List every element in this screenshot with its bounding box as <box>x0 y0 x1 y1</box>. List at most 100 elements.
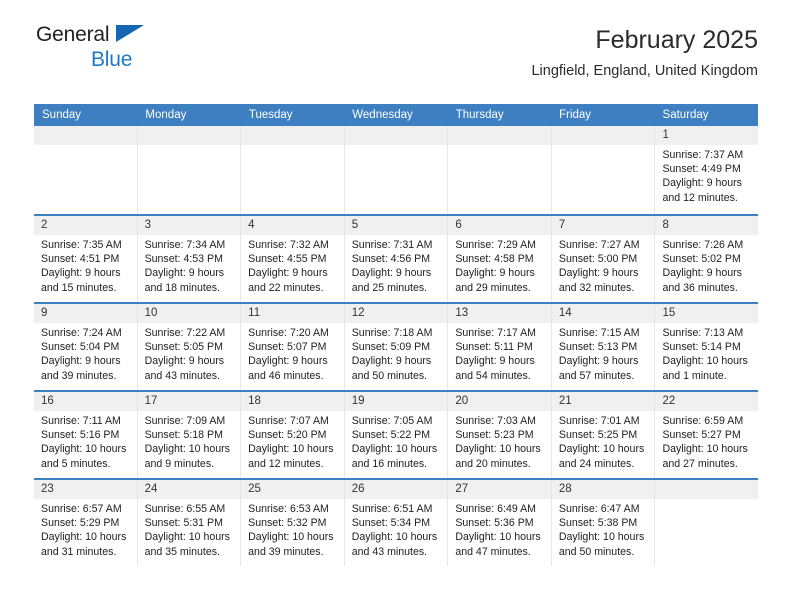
daylight-text-line2: and 12 minutes. <box>248 457 324 470</box>
calendar-body: 1 Sunrise: 7:37 AM Sunset: 4:49 PM Daylight… <box>34 126 759 566</box>
sunrise-text: Sunrise: 6:47 AM <box>558 503 640 515</box>
daylight-text-line1: Daylight: 10 hours <box>455 531 541 544</box>
sunrise-text: Sunrise: 7:11 AM <box>41 415 121 427</box>
page-subtitle: Lingfield, England, United Kingdom <box>531 62 758 79</box>
sunrise-text: Sunrise: 7:05 AM <box>351 415 433 427</box>
logo-text-general: General <box>36 24 166 48</box>
calendar-week-row: 9 Sunrise: 7:24 AM Sunset: 5:04 PM Daylight… <box>34 302 759 390</box>
sunset-text: Sunset: 5:31 PM <box>144 517 223 530</box>
daylight-text-line1: Daylight: 9 hours <box>41 355 121 368</box>
calendar-day-cell[interactable]: 25 Sunrise: 6:53 AM Sunset: 5:32 PM Dayligh… <box>240 480 344 566</box>
calendar-day-cell[interactable]: 6 Sunrise: 7:29 AM Sunset: 4:58 PM Daylight… <box>447 216 551 302</box>
daylight-text-line2: and 20 minutes. <box>455 457 531 470</box>
daylight-text-line1: Daylight: 9 hours <box>558 267 639 280</box>
day-number: 6 <box>448 216 551 235</box>
daylight-text-line1: Daylight: 10 hours <box>558 443 645 456</box>
calendar-day-cell[interactable]: 13 Sunrise: 7:17 AM Sunset: 5:11 PM Dayligh… <box>447 304 551 390</box>
sunset-text: Sunset: 5:09 PM <box>351 341 431 354</box>
sunrise-text: Sunrise: 7:24 AM <box>41 327 122 339</box>
day-number: 23 <box>34 480 137 499</box>
sunset-text: Sunset: 5:05 PM <box>144 341 223 354</box>
sunrise-text: Sunrise: 6:57 AM <box>41 503 122 515</box>
daylight-text-line2: and 43 minutes. <box>144 369 220 382</box>
day-sun-info: Sunrise: 7:35 AM Sunset: 4:51 PM Daylight:… <box>34 235 137 295</box>
day-number: 15 <box>655 304 759 323</box>
daylight-text-line2: and 50 minutes. <box>558 545 635 558</box>
calendar-day-cell[interactable]: 26 Sunrise: 6:51 AM Sunset: 5:34 PM Dayligh… <box>343 480 448 566</box>
day-number: 28 <box>551 480 655 499</box>
sunset-text: Sunset: 4:56 PM <box>351 253 431 266</box>
page-title: February 2025 <box>595 26 758 54</box>
day-sun-info: Sunrise: 7:37 AM Sunset: 4:49 PM Daylight:… <box>655 145 758 205</box>
calendar-day-cell[interactable]: 24 Sunrise: 6:55 AM Sunset: 5:31 PM Dayligh… <box>136 480 241 566</box>
sunrise-text: Sunrise: 7:35 AM <box>41 239 122 251</box>
weekday-header-saturday: Saturday <box>662 109 709 121</box>
daylight-text-line2: and 39 minutes. <box>41 369 117 382</box>
sunrise-text: Sunrise: 6:59 AM <box>662 415 744 427</box>
daylight-text-line1: Daylight: 10 hours <box>351 531 438 544</box>
calendar-day-cell[interactable]: 28 Sunrise: 6:47 AM Sunset: 5:38 PM Dayligh… <box>550 480 655 566</box>
day-sun-info: Sunrise: 6:51 AM Sunset: 5:34 PM Daylight:… <box>345 499 448 559</box>
sunset-text: Sunset: 5:00 PM <box>558 253 638 266</box>
calendar-day-cell[interactable]: 27 Sunrise: 6:49 AM Sunset: 5:36 PM Dayligh… <box>447 480 551 566</box>
day-sun-info: Sunrise: 7:31 AM Sunset: 4:56 PM Daylight:… <box>345 235 448 295</box>
calendar-day-cell[interactable]: 17 Sunrise: 7:09 AM Sunset: 5:18 PM Dayligh… <box>136 392 241 478</box>
sunrise-text: Sunrise: 6:49 AM <box>455 503 536 515</box>
day-number: 27 <box>448 480 551 499</box>
sunrise-text: Sunrise: 6:55 AM <box>144 503 226 515</box>
calendar-day-cell[interactable]: 21 Sunrise: 7:01 AM Sunset: 5:25 PM Dayligh… <box>550 392 655 478</box>
day-sun-info: Sunrise: 7:29 AM Sunset: 4:58 PM Daylight:… <box>448 235 551 295</box>
calendar-day-cell[interactable]: 3 Sunrise: 7:34 AM Sunset: 4:53 PM Daylight… <box>136 216 241 302</box>
sunrise-text: Sunrise: 7:18 AM <box>351 327 433 339</box>
sunrise-text: Sunrise: 7:03 AM <box>455 415 536 427</box>
calendar-day-cell[interactable]: 2 Sunrise: 7:35 AM Sunset: 4:51 PM Daylight… <box>34 216 137 302</box>
sunset-text: Sunset: 4:51 PM <box>41 253 120 266</box>
day-sun-info: Sunrise: 7:18 AM Sunset: 5:09 PM Daylight:… <box>345 323 448 383</box>
daylight-text-line2: and 5 minutes. <box>41 457 111 470</box>
calendar-day-cell[interactable]: 5 Sunrise: 7:31 AM Sunset: 4:56 PM Daylight… <box>343 216 448 302</box>
day-number: 20 <box>448 392 551 411</box>
logo-general-label: General <box>36 23 110 46</box>
calendar-day-cell[interactable]: 1 Sunrise: 7:37 AM Sunset: 4:49 PM Daylight… <box>654 126 759 214</box>
calendar-day-cell[interactable]: 8 Sunrise: 7:26 AM Sunset: 5:02 PM Daylight… <box>654 216 759 302</box>
daylight-text-line1: Daylight: 9 hours <box>41 267 121 280</box>
calendar-day-cell[interactable]: 4 Sunrise: 7:32 AM Sunset: 4:55 PM Daylight… <box>240 216 344 302</box>
calendar-day-cell[interactable]: 12 Sunrise: 7:18 AM Sunset: 5:09 PM Dayligh… <box>343 304 448 390</box>
sunset-text: Sunset: 5:13 PM <box>558 341 638 354</box>
calendar-day-cell[interactable]: 18 Sunrise: 7:07 AM Sunset: 5:20 PM Dayligh… <box>240 392 344 478</box>
day-sun-info: Sunrise: 6:57 AM Sunset: 5:29 PM Daylight:… <box>34 499 137 559</box>
calendar-day-cell[interactable]: 23 Sunrise: 6:57 AM Sunset: 5:29 PM Dayligh… <box>34 480 137 566</box>
day-number: 9 <box>34 304 137 323</box>
daylight-text-line2: and 22 minutes. <box>248 281 324 294</box>
sunset-text: Sunset: 5:32 PM <box>248 517 327 530</box>
day-number <box>551 126 655 145</box>
sunrise-text: Sunrise: 7:37 AM <box>662 149 744 161</box>
calendar-day-cell[interactable]: 10 Sunrise: 7:22 AM Sunset: 5:05 PM Dayligh… <box>136 304 241 390</box>
calendar-day-cell[interactable]: 22 Sunrise: 6:59 AM Sunset: 5:27 PM Dayligh… <box>654 392 759 478</box>
sunset-text: Sunset: 5:36 PM <box>455 517 534 530</box>
day-number: 25 <box>241 480 344 499</box>
calendar-day-cell[interactable]: 20 Sunrise: 7:03 AM Sunset: 5:23 PM Dayligh… <box>447 392 551 478</box>
sunrise-text: Sunrise: 7:01 AM <box>558 415 640 427</box>
calendar-day-cell[interactable]: 7 Sunrise: 7:27 AM Sunset: 5:00 PM Daylight… <box>550 216 655 302</box>
day-number: 8 <box>655 216 759 235</box>
calendar-day-cell[interactable]: 14 Sunrise: 7:15 AM Sunset: 5:13 PM Dayligh… <box>550 304 655 390</box>
calendar-day-cell[interactable]: 15 Sunrise: 7:13 AM Sunset: 5:14 PM Dayligh… <box>654 304 759 390</box>
calendar-day-cell[interactable]: 19 Sunrise: 7:05 AM Sunset: 5:22 PM Dayligh… <box>343 392 448 478</box>
day-sun-info: Sunrise: 7:22 AM Sunset: 5:05 PM Daylight:… <box>138 323 241 383</box>
sunset-text: Sunset: 5:34 PM <box>351 517 431 530</box>
sunset-text: Sunset: 4:55 PM <box>248 253 327 266</box>
calendar-day-cell[interactable]: 11 Sunrise: 7:20 AM Sunset: 5:07 PM Dayligh… <box>240 304 344 390</box>
day-number <box>655 480 759 499</box>
calendar-day-cell-empty <box>34 126 137 214</box>
day-sun-info: Sunrise: 6:47 AM Sunset: 5:38 PM Daylight:… <box>552 499 655 559</box>
calendar-day-cell[interactable]: 9 Sunrise: 7:24 AM Sunset: 5:04 PM Daylight… <box>34 304 137 390</box>
day-number: 26 <box>344 480 448 499</box>
sunset-text: Sunset: 5:04 PM <box>41 341 120 354</box>
weekday-header-wednesday: Wednesday <box>352 109 413 121</box>
sunrise-text: Sunrise: 7:09 AM <box>144 415 226 427</box>
calendar-day-cell[interactable]: 16 Sunrise: 7:11 AM Sunset: 5:16 PM Dayligh… <box>34 392 137 478</box>
sunset-text: Sunset: 4:58 PM <box>455 253 534 266</box>
day-sun-info: Sunrise: 7:27 AM Sunset: 5:00 PM Daylight:… <box>552 235 655 295</box>
daylight-text-line2: and 57 minutes. <box>558 369 635 382</box>
